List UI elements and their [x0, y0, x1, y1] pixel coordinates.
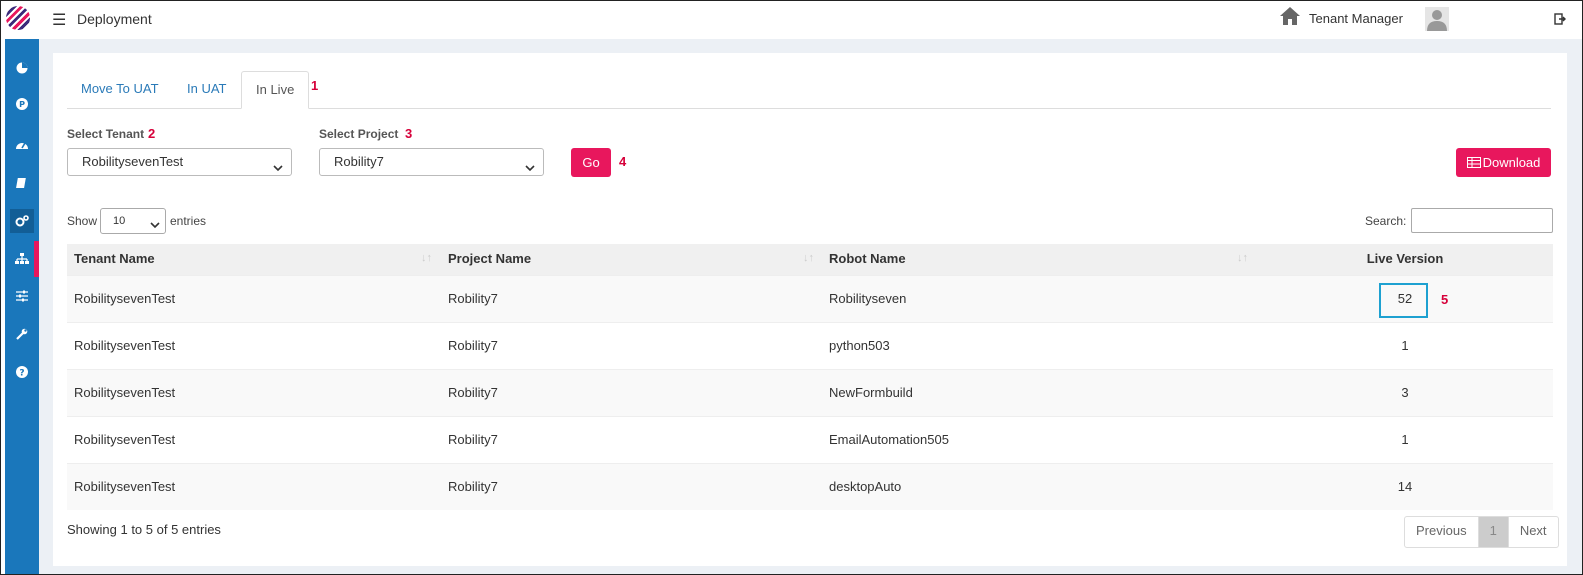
sort-icon[interactable]: ↓↑: [1237, 252, 1248, 264]
top-bar: ☰ Deployment Tenant Manager: [1, 1, 1582, 39]
table-row: RobilitysevenTest Robility7 python503 1: [67, 322, 1553, 369]
annotation-marker: 4: [619, 154, 627, 169]
cell-project-name: Robility7: [448, 479, 498, 494]
download-button-label: Download: [1482, 155, 1541, 170]
show-label: Show: [67, 214, 98, 228]
wrench-icon[interactable]: [10, 322, 34, 346]
select-project-label: Select Project: [319, 127, 399, 141]
select-tenant-label: Select Tenant: [67, 127, 145, 141]
cell-tenant-name: RobilitysevenTest: [74, 479, 176, 494]
hamburger-menu-icon[interactable]: ☰: [52, 10, 66, 30]
p-circle-icon[interactable]: P: [10, 92, 34, 116]
table-info: Showing 1 to 5 of 5 entries: [67, 522, 221, 537]
chevron-down-icon: [150, 215, 160, 239]
cell-tenant-name: RobilitysevenTest: [74, 338, 176, 353]
cell-project-name: Robility7: [448, 385, 498, 400]
pagination: Previous 1 Next: [1404, 516, 1559, 548]
tenant-manager-label[interactable]: Tenant Manager: [1309, 11, 1403, 26]
sidebar: P ?: [5, 39, 40, 574]
cell-project-name: Robility7: [448, 432, 498, 447]
help-icon[interactable]: ?: [10, 360, 34, 384]
download-button[interactable]: Download: [1456, 148, 1551, 177]
cell-robot-name: Robilityseven: [829, 291, 907, 306]
annotation-marker: 2: [148, 126, 156, 141]
pagination-previous[interactable]: Previous: [1405, 517, 1478, 547]
brand-logo[interactable]: [6, 6, 30, 30]
search-input[interactable]: [1411, 208, 1553, 233]
cell-robot-name: python503: [829, 338, 890, 353]
column-header-robot-name[interactable]: Robot Name: [829, 244, 906, 274]
sliders-icon[interactable]: [10, 284, 34, 308]
project-select[interactable]: Robility7: [319, 148, 544, 176]
user-avatar-icon[interactable]: [1425, 7, 1449, 34]
book-icon[interactable]: [10, 171, 34, 195]
dashboard-gauge-icon[interactable]: [10, 132, 34, 156]
cell-live-version: 1: [1401, 338, 1409, 353]
tenant-select[interactable]: RobilitysevenTest: [67, 148, 292, 176]
cell-robot-name: desktopAuto: [829, 479, 902, 494]
table-row: RobilitysevenTest Robility7 NewFormbuild…: [67, 369, 1553, 416]
home-icon[interactable]: [1279, 6, 1301, 29]
logout-icon[interactable]: [1554, 13, 1566, 28]
cell-project-name: Robility7: [448, 291, 498, 306]
cell-live-version: 1: [1401, 432, 1409, 447]
pagination-next[interactable]: Next: [1507, 517, 1558, 547]
cell-robot-name: NewFormbuild: [829, 385, 913, 400]
sort-icon[interactable]: ↓↑: [803, 252, 814, 264]
sort-icon[interactable]: ↓↑: [421, 252, 432, 264]
annotation-marker: 1: [311, 78, 319, 93]
page-length-value: 10: [113, 215, 126, 227]
go-button[interactable]: Go: [571, 148, 611, 177]
annotation-marker: 5: [1441, 292, 1449, 307]
cell-live-version: 14: [1397, 479, 1413, 494]
svg-text:?: ?: [19, 369, 24, 379]
app-window: ☰ Deployment Tenant Manager P ? Move To …: [0, 0, 1583, 575]
column-header-tenant-name[interactable]: Tenant Name: [74, 244, 155, 274]
tab-bar: Move To UAT In UAT In Live: [67, 71, 1551, 109]
cell-tenant-name: RobilitysevenTest: [74, 432, 176, 447]
table-row: RobilitysevenTest Robility7 EmailAutomat…: [67, 416, 1553, 463]
tab-move-to-uat[interactable]: Move To UAT: [67, 71, 173, 107]
table-row: RobilitysevenTest Robility7 desktopAuto …: [67, 463, 1553, 510]
page-title: Deployment: [77, 11, 152, 27]
data-table: Tenant Name ↓↑ Project Name ↓↑ Robot Nam…: [67, 244, 1553, 510]
pagination-page-1[interactable]: 1: [1477, 517, 1508, 547]
tenant-select-value: RobilitysevenTest: [82, 154, 184, 169]
cell-project-name: Robility7: [448, 338, 498, 353]
cell-tenant-name: RobilitysevenTest: [74, 385, 176, 400]
project-select-value: Robility7: [334, 154, 384, 169]
tab-in-uat[interactable]: In UAT: [173, 71, 241, 107]
search-label: Search:: [1365, 214, 1407, 228]
table-icon: [1466, 157, 1481, 168]
table-header: Tenant Name ↓↑ Project Name ↓↑ Robot Nam…: [67, 244, 1553, 275]
svg-text:P: P: [19, 100, 25, 109]
tab-in-live[interactable]: In Live: [241, 71, 310, 109]
highlight-box: [1379, 283, 1428, 318]
column-header-project-name[interactable]: Project Name: [448, 244, 531, 274]
cell-tenant-name: RobilitysevenTest: [74, 291, 176, 306]
chevron-down-icon: [525, 156, 535, 182]
table-row: RobilitysevenTest Robility7 Robilityseve…: [67, 275, 1553, 322]
pie-chart-icon[interactable]: [10, 56, 34, 80]
gears-icon[interactable]: [10, 209, 34, 233]
entries-label: entries: [170, 214, 207, 228]
sitemap-icon[interactable]: [10, 247, 34, 271]
chevron-down-icon: [273, 156, 283, 182]
cell-live-version: 3: [1401, 385, 1409, 400]
column-header-live-version[interactable]: Live Version: [1305, 244, 1505, 274]
annotation-marker: 3: [405, 126, 413, 141]
page-length-select[interactable]: 10: [100, 208, 166, 234]
cell-robot-name: EmailAutomation505: [829, 432, 949, 447]
